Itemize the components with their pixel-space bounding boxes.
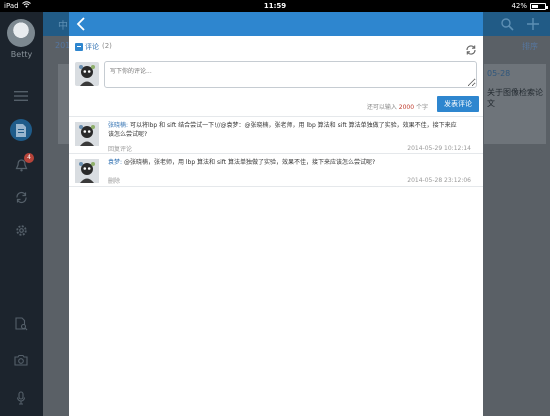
commenter-avatar [75, 122, 99, 146]
notification-badge: 4 [24, 153, 34, 163]
comment-section-icon [75, 43, 83, 51]
comment-composer: 还可以输入 2000 个字 发表评论 [69, 58, 483, 116]
microphone-icon[interactable] [10, 387, 32, 409]
document-icon[interactable] [10, 119, 32, 141]
comment-text: 袁梦: @张晓楠，张老师，用 lbp 算法和 sift 算法单独做了实验，效果不… [108, 158, 458, 167]
battery-icon [530, 2, 548, 10]
status-bar: iPad 11:59 42% [0, 0, 550, 12]
chevron-left-icon [76, 17, 85, 31]
delete-comment-link[interactable]: 删除 [108, 176, 120, 185]
sidebar: Betty 4 [0, 12, 43, 416]
commenter-avatar [75, 159, 99, 183]
status-right: 42% [511, 0, 548, 12]
char-hint-prefix: 还可以输入 [366, 104, 397, 111]
background-header-icons [500, 16, 540, 35]
comment-author[interactable]: 张晓楠: [108, 122, 128, 129]
add-icon [526, 16, 540, 35]
background-card: 05-28 关于图像检索论文 [484, 64, 546, 144]
user-avatar[interactable] [7, 19, 35, 47]
comment-body: 可以将lbp 和 sift 结合尝试一下!//@袁梦：@张晓楠，张老师，用 lb… [108, 122, 457, 138]
comments-section-header: 评论 (2) [69, 36, 483, 58]
comment-text: 张晓楠: 可以将lbp 和 sift 结合尝试一下!//@袁梦：@张晓楠，张老师… [108, 121, 458, 139]
sort-label: 排序 [522, 42, 538, 51]
user-name: Betty [10, 50, 33, 59]
current-user-avatar [75, 62, 99, 86]
menu-icon[interactable] [10, 85, 32, 107]
refresh-icon[interactable] [465, 41, 477, 55]
sync-icon[interactable] [10, 186, 32, 208]
comment-author[interactable]: 袁梦: [108, 159, 122, 166]
comment-time: 2014-05-28 23:12:06 [407, 177, 471, 184]
comments-label: 评论 [85, 43, 99, 51]
comments-modal: 评论 (2) 还可以输入 2000 个字 发表评论 张晓楠: 可以将lbp 和 … [69, 12, 483, 416]
modal-header [69, 12, 483, 36]
comment-body: @张晓楠，张老师，用 lbp 算法和 sift 算法单独做了实验，效果不佳，接下… [123, 159, 376, 166]
comment-item: 袁梦: @张晓楠，张老师，用 lbp 算法和 sift 算法单独做了实验，效果不… [69, 153, 483, 187]
file-search-icon[interactable] [10, 313, 32, 335]
comments-count: (2) [102, 42, 112, 50]
comment-time: 2014-05-29 10:12:14 [407, 145, 471, 152]
background-card-title: 关于图像检索论文 [487, 88, 543, 108]
post-comment-button[interactable]: 发表评论 [437, 96, 479, 112]
background-year: 201 [55, 41, 71, 50]
background-title: 中 [58, 21, 68, 32]
status-time: 11:59 [263, 2, 287, 10]
reply-comment-link[interactable]: 回复评论 [108, 144, 132, 153]
background-card-date: 05-28 [487, 69, 511, 78]
comment-item: 张晓楠: 可以将lbp 和 sift 结合尝试一下!//@袁梦：@张晓楠，张老师… [69, 116, 483, 153]
comment-input[interactable] [104, 61, 477, 88]
search-icon [500, 16, 514, 35]
char-limit-hint: 还可以输入 2000 个字 [367, 102, 428, 111]
char-hint-number: 2000 [398, 104, 415, 111]
battery-text: 42% [511, 2, 527, 10]
char-hint-suffix: 个字 [415, 104, 428, 111]
camera-icon[interactable] [10, 349, 32, 371]
settings-icon[interactable] [10, 219, 32, 241]
back-button[interactable] [71, 14, 91, 34]
